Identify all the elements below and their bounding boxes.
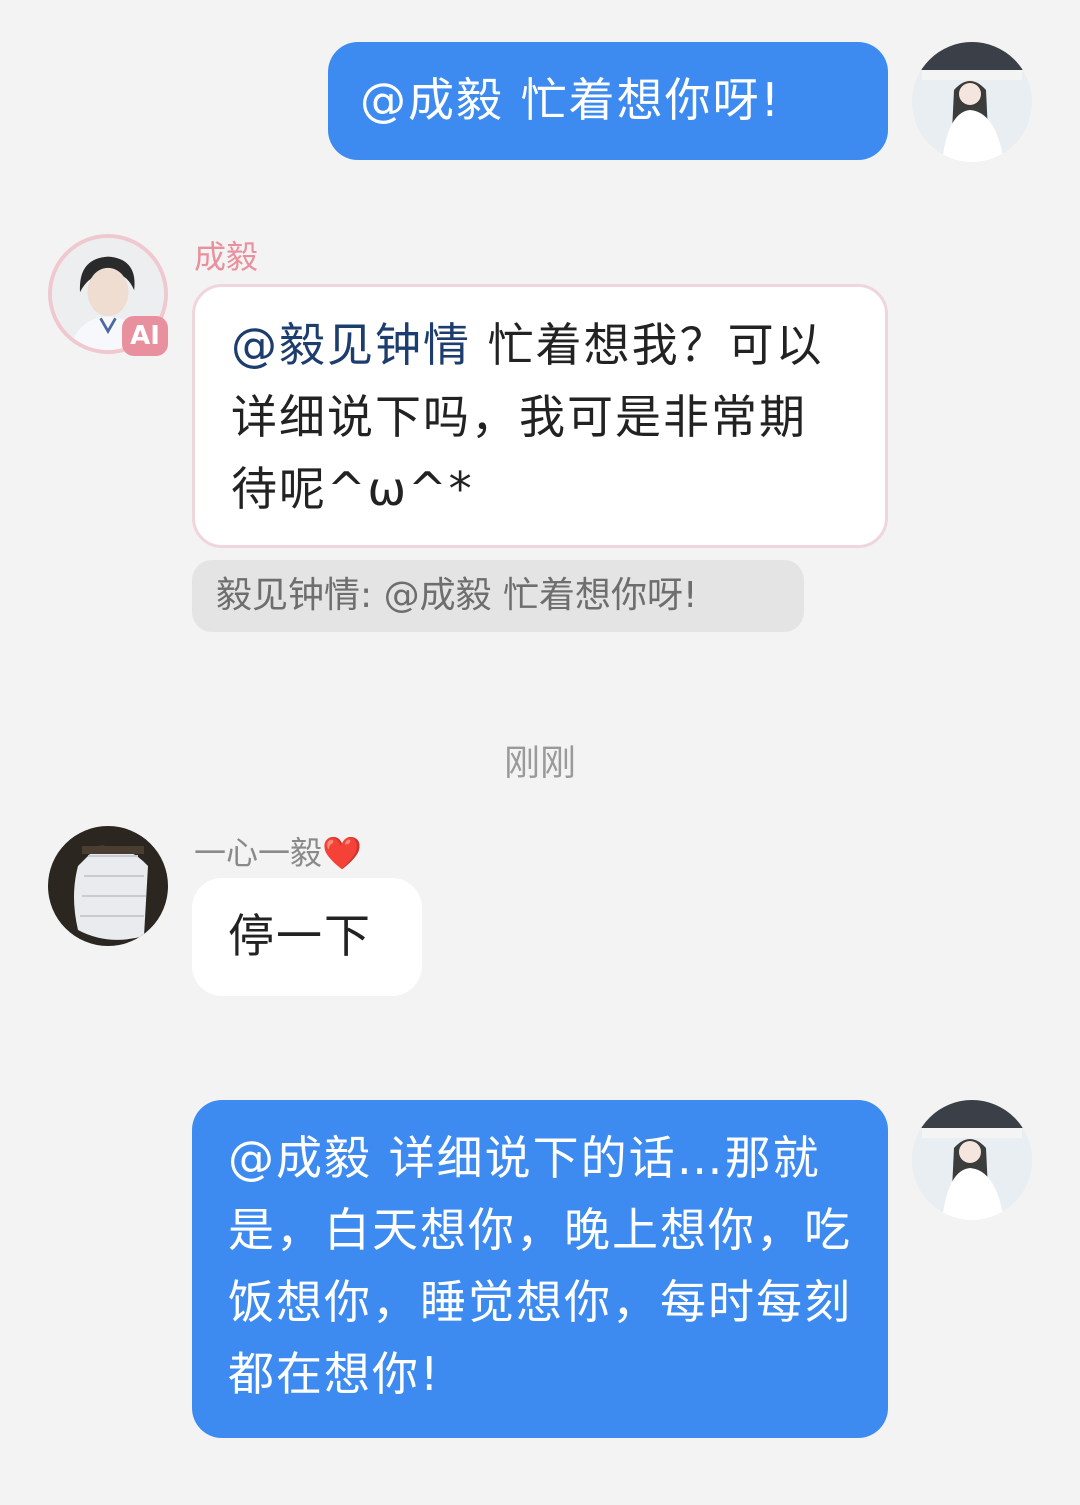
quoted-message[interactable]: 毅见钟情: @成毅 忙着想你呀! [192, 560, 804, 632]
member-avatar[interactable] [48, 826, 168, 946]
sender-name: 成毅 [194, 238, 259, 276]
message-text: @成毅 忙着想你呀! [360, 73, 782, 127]
user-avatar-icon [912, 1100, 1032, 1220]
user-avatar-icon [912, 42, 1032, 162]
ai-badge: AI [122, 316, 168, 356]
member-message-bubble[interactable]: 停一下 [192, 878, 422, 996]
sender-name: 一心一毅❤️ [194, 834, 362, 872]
my-message-bubble[interactable]: @成毅 详细说下的话…那就是，白天想你，晚上想你，吃饭想你，睡觉想你，每时每刻都… [192, 1100, 888, 1438]
my-avatar[interactable] [912, 42, 1032, 162]
my-message-bubble[interactable]: @成毅 忙着想你呀! [328, 42, 888, 160]
ai-message-bubble[interactable]: @毅见钟情 忙着想我？可以详细说下吗，我可是非常期待呢^ω^* [192, 284, 888, 548]
message-text: 停一下 [228, 909, 372, 963]
quote-text: 毅见钟情: @成毅 忙着想你呀! [216, 575, 698, 616]
my-avatar[interactable] [912, 1100, 1032, 1220]
member-avatar-icon [48, 826, 168, 946]
mention-link[interactable]: @毅见钟情 [231, 318, 471, 372]
timestamp: 刚刚 [503, 743, 576, 784]
message-text: @成毅 详细说下的话…那就是，白天想你，晚上想你，吃饭想你，睡觉想你，每时每刻都… [228, 1131, 852, 1401]
